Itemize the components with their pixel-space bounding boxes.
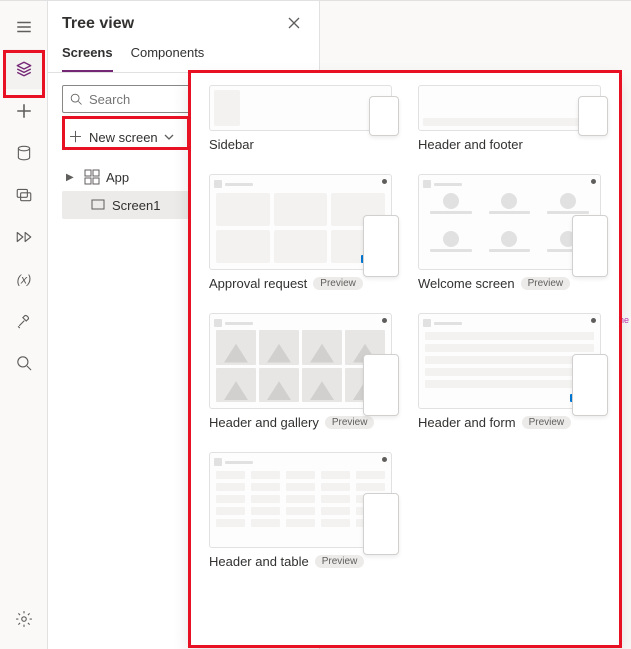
variables-nav-button[interactable]: (x) (4, 259, 44, 299)
settings-nav-button[interactable] (4, 599, 44, 639)
media-nav-button[interactable] (4, 175, 44, 215)
new-screen-label: New screen (89, 130, 158, 145)
layout-label: Header and table (209, 554, 309, 569)
layout-label: Welcome screen (418, 276, 515, 291)
tools-nav-button[interactable] (4, 301, 44, 341)
chevron-down-icon (164, 132, 174, 142)
layout-option-header-gallery[interactable]: Header and gallery Preview (209, 313, 392, 430)
svg-text:(x): (x) (16, 273, 30, 287)
close-icon (287, 16, 301, 30)
app-icon (84, 169, 100, 185)
layout-label: Sidebar (209, 137, 254, 152)
chevron-right-icon: ▶ (66, 172, 78, 183)
panel-title: Tree view (62, 15, 134, 33)
left-nav-rail: (x) (0, 1, 48, 649)
layout-option-approval-request[interactable]: Approval request Preview (209, 174, 392, 291)
preview-badge: Preview (521, 277, 571, 290)
screen-icon (90, 197, 106, 213)
layout-option-welcome-screen[interactable]: Welcome screen Preview (418, 174, 601, 291)
layout-label: Header and footer (418, 137, 523, 152)
tree-node-label: App (106, 170, 129, 185)
new-screen-popover: Sidebar Header and footer Approval reque (190, 72, 620, 646)
tree-node-label: Screen1 (112, 198, 160, 213)
layout-option-sidebar[interactable]: Sidebar (209, 85, 392, 152)
tab-screens[interactable]: Screens (62, 41, 113, 72)
search-nav-button[interactable] (4, 343, 44, 383)
plus-icon: ＋ (68, 130, 83, 145)
hamburger-button[interactable] (4, 7, 44, 47)
layout-label: Header and form (418, 415, 516, 430)
treeview-nav-button[interactable] (4, 49, 44, 89)
hamburger-icon (15, 18, 33, 36)
layout-label: Header and gallery (209, 415, 319, 430)
panel-tabs: Screens Components (48, 41, 319, 73)
media-icon (15, 186, 33, 204)
new-screen-button[interactable]: ＋ New screen (62, 123, 180, 151)
database-icon (15, 144, 33, 162)
tab-components[interactable]: Components (131, 41, 205, 72)
data-nav-button[interactable] (4, 133, 44, 173)
preview-badge: Preview (522, 416, 572, 429)
plus-icon (15, 102, 33, 120)
layers-icon (15, 60, 33, 78)
preview-badge: Preview (315, 555, 365, 568)
close-panel-button[interactable] (283, 12, 305, 37)
preview-badge: Preview (313, 277, 363, 290)
layout-option-header-table[interactable]: Header and table Preview (209, 452, 392, 569)
insert-nav-button[interactable] (4, 91, 44, 131)
preview-badge: Preview (325, 416, 375, 429)
layout-label: Approval request (209, 276, 307, 291)
layout-option-header-form[interactable]: Header and form Preview (418, 313, 601, 430)
search-icon (15, 354, 33, 372)
layout-option-header-footer[interactable]: Header and footer (418, 85, 601, 152)
flows-nav-button[interactable] (4, 217, 44, 257)
tools-icon (15, 312, 33, 330)
search-icon (69, 92, 83, 106)
gear-icon (15, 610, 33, 628)
variables-icon: (x) (15, 270, 33, 288)
flows-icon (15, 228, 33, 246)
